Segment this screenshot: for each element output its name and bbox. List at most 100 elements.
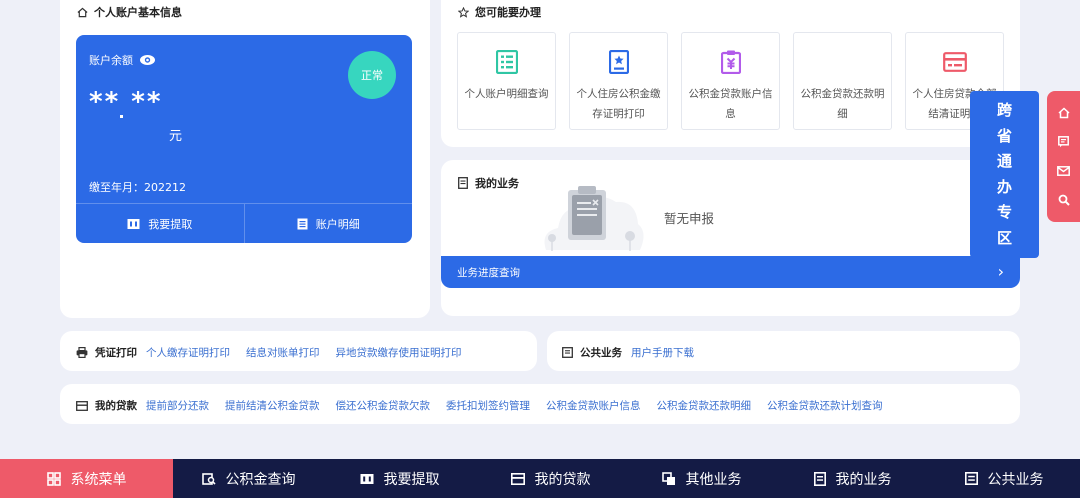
service-item-loan-repayment[interactable]: 公积金贷款还款明细 bbox=[793, 32, 892, 130]
nav-item-fund-query[interactable]: 公积金查询 bbox=[173, 459, 324, 498]
home-outline-icon bbox=[76, 6, 88, 18]
link-repayment-plan-query[interactable]: 公积金贷款还款计划查询 bbox=[767, 398, 883, 413]
nav-item-my-loans[interactable]: 我的贷款 bbox=[475, 459, 626, 498]
cross-province-char: 跨 bbox=[996, 101, 1012, 119]
link-repayment-details[interactable]: 公积金贷款还款明细 bbox=[657, 398, 752, 413]
certificate-print-label: 凭证打印 bbox=[95, 347, 137, 359]
certificate-print-label-group: 凭证打印 bbox=[76, 345, 137, 360]
link-interest-statement[interactable]: 结息对账单打印 bbox=[246, 345, 320, 360]
service-label: 公积金贷款账户信息 bbox=[688, 88, 773, 120]
nav-label: 公积金查询 bbox=[225, 471, 296, 488]
other-icon bbox=[661, 471, 676, 486]
eye-icon[interactable] bbox=[139, 54, 156, 66]
cross-province-char: 专 bbox=[996, 203, 1012, 221]
card-icon bbox=[943, 50, 967, 74]
link-personal-deposit-certificate[interactable]: 个人缴存证明打印 bbox=[146, 345, 230, 360]
loan-box-icon bbox=[76, 400, 88, 411]
nav-label: 系统菜单 bbox=[70, 471, 127, 488]
star-outline-icon bbox=[457, 6, 469, 18]
detail-doc-icon bbox=[297, 218, 308, 230]
balance-label: 账户余额 bbox=[89, 54, 133, 67]
certificate-icon bbox=[607, 50, 631, 74]
link-partial-prepayment[interactable]: 提前部分还款 bbox=[146, 398, 209, 413]
nav-item-public-business[interactable]: 公共业务 bbox=[928, 459, 1080, 498]
withdraw-icon bbox=[127, 218, 140, 230]
loan-icon bbox=[510, 472, 525, 485]
services-list: 个人账户明细查询 个人住房公积金缴存证明打印 公积金贷款账户信息 公积金贷款还款… bbox=[457, 32, 1004, 130]
home-icon[interactable] bbox=[1057, 106, 1071, 120]
nav-label: 我的业务 bbox=[835, 471, 892, 488]
my-loans-label-group: 我的贷款 bbox=[76, 398, 137, 413]
link-user-manual-download[interactable]: 用户手册下载 bbox=[631, 345, 694, 360]
cross-province-char: 通 bbox=[996, 152, 1012, 170]
my-loans-links: 我的贷款 提前部分还款 提前结清公积金贷款 偿还公积金贷款欠款 委托扣划签约管理… bbox=[76, 398, 899, 413]
my-loans-label: 我的贷款 bbox=[95, 400, 137, 412]
withdraw-icon bbox=[360, 473, 374, 485]
printer-icon bbox=[76, 347, 88, 358]
nav-item-my-business[interactable]: 我的业务 bbox=[777, 459, 928, 498]
link-repay-arrears[interactable]: 偿还公积金贷款欠款 bbox=[336, 398, 431, 413]
nav-item-withdraw[interactable]: 我要提取 bbox=[324, 459, 475, 498]
link-loan-account-info[interactable]: 公积金贷款账户信息 bbox=[546, 398, 641, 413]
nav-label: 我要提取 bbox=[383, 471, 440, 488]
empty-clipboard-illustration bbox=[528, 180, 648, 256]
mail-icon[interactable] bbox=[1057, 164, 1071, 178]
nav-label: 我的贷款 bbox=[534, 471, 591, 488]
certificate-print-links: 凭证打印 个人缴存证明打印 结息对账单打印 异地贷款缴存使用证明打印 bbox=[76, 345, 478, 360]
service-item-deposit-certificate[interactable]: 个人住房公积金缴存证明打印 bbox=[569, 32, 668, 130]
public-business-links: 公共业务 用户手册下载 bbox=[562, 345, 710, 360]
cross-province-zone-button[interactable]: 跨 省 通 办 专 区 bbox=[970, 91, 1039, 258]
service-label: 个人账户明细查询 bbox=[464, 88, 549, 100]
account-action-bar: 我要提取 账户明细 bbox=[76, 203, 412, 243]
public-business-label: 公共业务 bbox=[580, 347, 622, 359]
balance-label-row: 账户余额 bbox=[89, 52, 156, 68]
document-icon bbox=[457, 177, 469, 189]
balance-masked: ** ** bbox=[89, 87, 163, 117]
business-progress-query-button[interactable]: 业务进度查询 › bbox=[441, 256, 1020, 288]
business-icon bbox=[813, 471, 826, 486]
service-item-loan-account[interactable]: 公积金贷款账户信息 bbox=[681, 32, 780, 130]
cross-province-char: 区 bbox=[996, 228, 1012, 247]
services-title-text: 您可能要办理 bbox=[475, 6, 541, 19]
chevron-right-icon: › bbox=[997, 262, 1004, 281]
list-box-icon bbox=[562, 347, 573, 358]
payment-icon bbox=[831, 50, 855, 74]
link-remote-loan-certificate[interactable]: 异地贷款缴存使用证明打印 bbox=[336, 345, 462, 360]
search-icon[interactable] bbox=[1057, 193, 1071, 207]
bottom-navigation: 系统菜单 公积金查询 我要提取 我的贷款 其他业务 我的业务 公共业务 bbox=[0, 459, 1080, 498]
balance-unit: 元 bbox=[169, 129, 183, 144]
my-business-title-text: 我的业务 bbox=[475, 177, 519, 190]
progress-label: 业务进度查询 bbox=[457, 266, 520, 279]
services-title: 您可能要办理 bbox=[457, 4, 541, 20]
detail-label: 账户明细 bbox=[315, 217, 360, 231]
balance-decimal-dot bbox=[120, 115, 123, 118]
list-icon bbox=[495, 50, 519, 74]
account-balance-card: 账户余额 ** ** 元 缴至年月：202212 正常 我要提取 账户明细 bbox=[76, 35, 412, 243]
loan-doc-icon bbox=[719, 50, 743, 74]
service-label: 个人住房公积金缴存证明打印 bbox=[576, 88, 661, 120]
cross-province-char: 办 bbox=[996, 177, 1012, 196]
link-auto-debit-management[interactable]: 委托扣划签约管理 bbox=[446, 398, 530, 413]
empty-state-text: 暂无申报 bbox=[664, 211, 715, 226]
nav-label: 公共业务 bbox=[987, 471, 1044, 488]
public-icon bbox=[964, 472, 978, 485]
link-full-settlement[interactable]: 提前结清公积金贷款 bbox=[225, 398, 320, 413]
my-business-title: 我的业务 bbox=[457, 175, 519, 191]
account-status-badge: 正常 bbox=[348, 51, 396, 99]
feedback-icon[interactable] bbox=[1057, 135, 1071, 149]
nav-item-system-menu[interactable]: 系统菜单 bbox=[0, 459, 173, 498]
query-icon bbox=[201, 472, 216, 486]
account-info-title-text: 个人账户基本信息 bbox=[94, 6, 182, 19]
floating-toolbar bbox=[1047, 91, 1080, 222]
nav-item-other-business[interactable]: 其他业务 bbox=[626, 459, 777, 498]
public-business-label-group: 公共业务 bbox=[562, 345, 622, 360]
paid-until: 缴至年月：202212 bbox=[89, 181, 186, 194]
account-detail-button[interactable]: 账户明细 bbox=[243, 204, 413, 243]
grid-icon bbox=[46, 471, 61, 486]
service-item-account-detail[interactable]: 个人账户明细查询 bbox=[457, 32, 556, 130]
cross-province-char: 省 bbox=[996, 126, 1012, 145]
account-info-title: 个人账户基本信息 bbox=[76, 4, 182, 20]
withdraw-button[interactable]: 我要提取 bbox=[76, 204, 244, 243]
service-label: 公积金贷款还款明细 bbox=[800, 88, 885, 120]
withdraw-label: 我要提取 bbox=[148, 217, 193, 231]
